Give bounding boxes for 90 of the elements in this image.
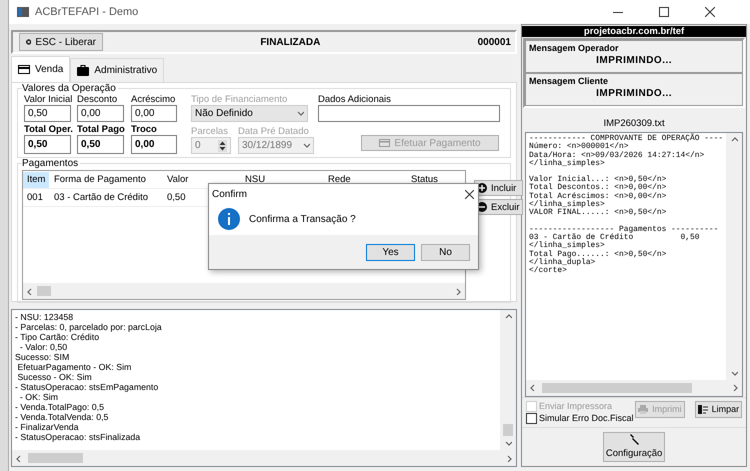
message-text: IMPRIMINDO... (595, 88, 674, 99)
tab[interactable]: Administrativo (70, 58, 164, 82)
scrollbar[interactable] (726, 133, 742, 380)
window-title: ACBrTEFAPI - Demo (35, 6, 140, 18)
group-title: Pagamentos (22, 158, 80, 169)
status-label: FINALIZADA (259, 36, 322, 48)
field-label: Acréscimo (131, 94, 176, 105)
input-field[interactable] (318, 105, 500, 122)
log-line: - NSU: 123458 (15, 312, 74, 322)
input-field[interactable]: 0,00 (77, 105, 124, 122)
message-text: IMPRIMINDO... (595, 55, 674, 66)
scrollbar[interactable] (500, 310, 516, 450)
briefcase-icon (77, 65, 90, 76)
close-icon[interactable] (465, 190, 474, 198)
input-field[interactable]: 0,50 (24, 105, 71, 122)
log-line: - Valor: 0,50 (18, 342, 68, 352)
scrollbar-thumb[interactable] (503, 424, 513, 436)
chevron-icon (506, 454, 513, 462)
scrollbar-thumb[interactable] (542, 382, 692, 393)
input-field[interactable]: 0,50 (77, 135, 124, 154)
caret-icon (303, 142, 310, 149)
chevron-icon (504, 313, 512, 320)
scrollbar[interactable] (12, 450, 516, 466)
column-header[interactable]: Forma de Pagamento (50, 172, 150, 188)
checkbox[interactable]: Simular Erro Doc.Fiscal (526, 412, 636, 424)
grid-button[interactable]: Incluir (474, 180, 523, 196)
input-field[interactable]: 0,00 (131, 105, 177, 122)
site-banner: projetoacbr.com.br/tef (522, 26, 746, 37)
chevron-icon (504, 440, 512, 447)
input-field[interactable]: 0,00 (131, 135, 177, 154)
column-header[interactable]: Item (23, 172, 50, 188)
dialog-title: Confirm (212, 188, 248, 200)
scrollbar-thumb[interactable] (37, 286, 51, 296)
group-title: Valores da Operação (22, 83, 118, 94)
log-line: - StatusOperacao: stsEmPagamento (15, 382, 160, 392)
message-label: Mensagem Operador (529, 43, 620, 53)
scrollbar[interactable] (526, 380, 742, 396)
field-label: Desconto (77, 94, 118, 105)
field-label: Data Pré Datado (238, 126, 310, 137)
column-header[interactable]: Valor (163, 172, 192, 188)
log-line: EfetuarPagamento - OK: Sim (16, 362, 132, 372)
info-icon (218, 208, 240, 230)
field-label: Troco (131, 124, 158, 135)
log-line: Sucesso: SIM (15, 352, 70, 362)
table-cell-text: 001 (26, 190, 44, 204)
eraser-icon (698, 404, 708, 414)
tab[interactable]: Venda (11, 56, 70, 82)
chevron-icon (455, 288, 462, 294)
config-button[interactable]: Configuração (603, 432, 666, 462)
sale-number: 000001 (478, 36, 511, 48)
chevron-icon (529, 384, 536, 392)
log-line: - Venda.TotalVenda: 0,5 (15, 412, 110, 422)
file-name: IMP260309.txt (602, 118, 666, 129)
field-label: Dados Adicionais (318, 94, 392, 105)
chevron-icon (15, 454, 22, 462)
log-line: - FinalizarVenda (15, 422, 80, 432)
table-cell-text: 03 - Cartão de Crédito (53, 190, 149, 204)
input-field[interactable]: 0,50 (24, 135, 71, 154)
field-label: Valor Inicial (24, 94, 71, 105)
field-label: Parcelas (191, 126, 229, 137)
clear-button[interactable]: Limpar (694, 400, 742, 418)
log-line: - Tipo Cartão: Crédito (15, 332, 100, 342)
field-label: Tipo de Financiamento (191, 94, 288, 105)
scrollbar-thumb[interactable] (28, 453, 83, 463)
message-label: Mensagem Cliente (529, 76, 610, 86)
dialog-message: Confirma a Transação ? (249, 214, 356, 224)
scrollbar[interactable] (23, 283, 465, 299)
card-icon (18, 65, 30, 74)
dialog-button[interactable]: No (421, 244, 470, 260)
field-label: Total Oper. (24, 124, 71, 135)
close-icon (705, 7, 715, 17)
card-icon (379, 139, 390, 147)
log-line: Sucesso - OK: Sim (16, 372, 93, 382)
caret-icon (297, 110, 304, 117)
chevron-icon (730, 136, 738, 143)
table-cell-text: 0,50 (166, 190, 186, 204)
log-line: - Parcelas: 0, parcelado por: parcLoja (15, 322, 163, 332)
log-line: - StatusOperacao: stsFinalizada (15, 432, 142, 442)
wrench-icon (628, 434, 640, 446)
esc-button[interactable]: ESC - Liberar (19, 33, 103, 51)
maximize-icon (659, 7, 669, 17)
log-line: - OK: Sim (18, 392, 60, 402)
log-line: - Venda.TotalPago: 0,5 (15, 402, 106, 412)
close-circle-icon (26, 37, 32, 47)
chevron-icon (26, 288, 33, 294)
printer-icon (638, 404, 648, 414)
app-icon (17, 7, 29, 17)
dialog-button[interactable]: Yes (366, 244, 415, 260)
field-label: Total Pago (77, 124, 124, 135)
spin-arrows-icon (218, 140, 227, 152)
